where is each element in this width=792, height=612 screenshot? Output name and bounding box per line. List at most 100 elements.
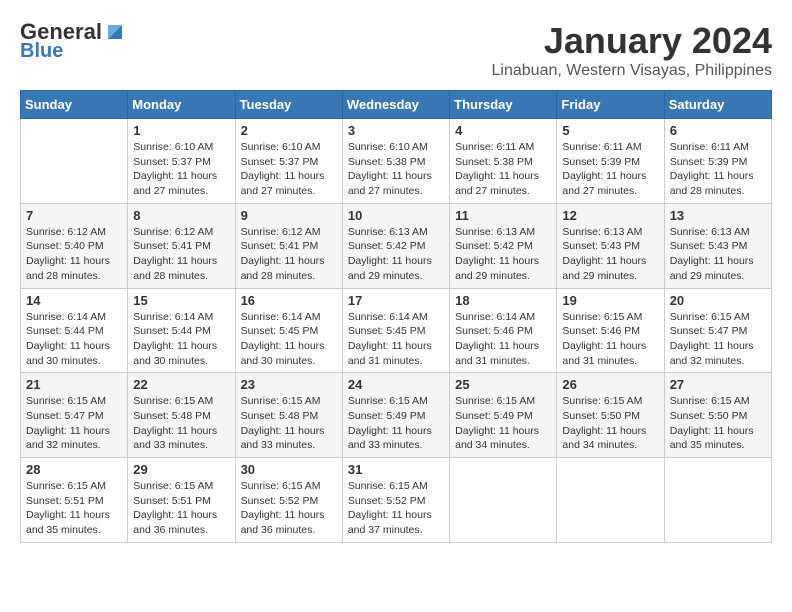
day-number: 5 — [562, 123, 658, 138]
col-saturday: Saturday — [664, 91, 771, 119]
col-wednesday: Wednesday — [342, 91, 449, 119]
calendar-cell: 23 Sunrise: 6:15 AMSunset: 5:48 PMDayligh… — [235, 373, 342, 458]
calendar-cell: 5 Sunrise: 6:11 AMSunset: 5:39 PMDaylight… — [557, 119, 664, 204]
day-number: 8 — [133, 208, 229, 223]
day-number: 21 — [26, 377, 122, 392]
calendar-cell: 14 Sunrise: 6:14 AMSunset: 5:44 PMDayligh… — [21, 288, 128, 373]
day-detail: Sunrise: 6:13 AMSunset: 5:43 PMDaylight:… — [670, 225, 766, 284]
day-number: 20 — [670, 293, 766, 308]
day-detail: Sunrise: 6:15 AMSunset: 5:46 PMDaylight:… — [562, 310, 658, 369]
day-number: 25 — [455, 377, 551, 392]
day-detail: Sunrise: 6:12 AMSunset: 5:40 PMDaylight:… — [26, 225, 122, 284]
calendar-cell: 16Sunrise: 6:14 AMSunset: 5:45 PMDayligh… — [235, 288, 342, 373]
calendar-cell: 19 Sunrise: 6:15 AMSunset: 5:46 PMDayligh… — [557, 288, 664, 373]
day-number: 29 — [133, 462, 229, 477]
calendar-week-4: 21Sunrise: 6:15 AMSunset: 5:47 PMDayligh… — [21, 373, 772, 458]
calendar-cell: 13 Sunrise: 6:13 AMSunset: 5:43 PMDayligh… — [664, 203, 771, 288]
day-number: 22 — [133, 377, 229, 392]
calendar-cell — [557, 458, 664, 543]
calendar-cell: 21Sunrise: 6:15 AMSunset: 5:47 PMDayligh… — [21, 373, 128, 458]
day-number: 31 — [348, 462, 444, 477]
day-detail: Sunrise: 6:15 AMSunset: 5:49 PMDaylight:… — [348, 394, 444, 453]
header-row: Sunday Monday Tuesday Wednesday Thursday… — [21, 91, 772, 119]
calendar-cell: 6 Sunrise: 6:11 AMSunset: 5:39 PMDaylight… — [664, 119, 771, 204]
day-detail: Sunrise: 6:10 AMSunset: 5:37 PMDaylight:… — [133, 140, 229, 199]
day-detail: Sunrise: 6:12 AMSunset: 5:41 PMDaylight:… — [241, 225, 337, 284]
col-sunday: Sunday — [21, 91, 128, 119]
col-monday: Monday — [128, 91, 235, 119]
day-detail: Sunrise: 6:14 AMSunset: 5:45 PMDaylight:… — [241, 310, 337, 369]
calendar-cell: 30 Sunrise: 6:15 AMSunset: 5:52 PMDayligh… — [235, 458, 342, 543]
day-number: 6 — [670, 123, 766, 138]
day-detail: Sunrise: 6:13 AMSunset: 5:42 PMDaylight:… — [455, 225, 551, 284]
day-number: 12 — [562, 208, 658, 223]
day-detail: Sunrise: 6:12 AMSunset: 5:41 PMDaylight:… — [133, 225, 229, 284]
day-number: 19 — [562, 293, 658, 308]
subtitle: Linabuan, Western Visayas, Philippines — [492, 62, 772, 80]
title-area: January 2024 Linabuan, Western Visayas, … — [492, 20, 772, 80]
day-number: 1 — [133, 123, 229, 138]
calendar-cell — [450, 458, 557, 543]
day-number: 3 — [348, 123, 444, 138]
day-detail: Sunrise: 6:14 AMSunset: 5:45 PMDaylight:… — [348, 310, 444, 369]
day-number: 13 — [670, 208, 766, 223]
calendar-cell: 10Sunrise: 6:13 AMSunset: 5:42 PMDayligh… — [342, 203, 449, 288]
day-detail: Sunrise: 6:15 AMSunset: 5:51 PMDaylight:… — [133, 479, 229, 538]
day-number: 11 — [455, 208, 551, 223]
day-detail: Sunrise: 6:11 AMSunset: 5:39 PMDaylight:… — [562, 140, 658, 199]
logo-icon — [104, 21, 126, 43]
calendar-cell: 25 Sunrise: 6:15 AMSunset: 5:49 PMDayligh… — [450, 373, 557, 458]
calendar-cell: 8 Sunrise: 6:12 AMSunset: 5:41 PMDaylight… — [128, 203, 235, 288]
day-detail: Sunrise: 6:15 AMSunset: 5:52 PMDaylight:… — [348, 479, 444, 538]
day-detail: Sunrise: 6:11 AMSunset: 5:39 PMDaylight:… — [670, 140, 766, 199]
main-title: January 2024 — [492, 20, 772, 62]
calendar-cell: 3 Sunrise: 6:10 AMSunset: 5:38 PMDaylight… — [342, 119, 449, 204]
col-tuesday: Tuesday — [235, 91, 342, 119]
day-detail: Sunrise: 6:13 AMSunset: 5:43 PMDaylight:… — [562, 225, 658, 284]
day-number: 26 — [562, 377, 658, 392]
day-detail: Sunrise: 6:14 AMSunset: 5:44 PMDaylight:… — [26, 310, 122, 369]
day-detail: Sunrise: 6:15 AMSunset: 5:51 PMDaylight:… — [26, 479, 122, 538]
calendar-week-3: 14 Sunrise: 6:14 AMSunset: 5:44 PMDayligh… — [21, 288, 772, 373]
calendar-header: Sunday Monday Tuesday Wednesday Thursday… — [21, 91, 772, 119]
day-number: 2 — [241, 123, 337, 138]
day-number: 23 — [241, 377, 337, 392]
day-number: 17 — [348, 293, 444, 308]
day-number: 14 — [26, 293, 122, 308]
day-detail: Sunrise: 6:11 AMSunset: 5:38 PMDaylight:… — [455, 140, 551, 199]
calendar-cell: 22Sunrise: 6:15 AMSunset: 5:48 PMDayligh… — [128, 373, 235, 458]
day-number: 9 — [241, 208, 337, 223]
day-detail: Sunrise: 6:10 AMSunset: 5:37 PMDaylight:… — [241, 140, 337, 199]
day-number: 30 — [241, 462, 337, 477]
calendar-cell — [664, 458, 771, 543]
day-number: 4 — [455, 123, 551, 138]
day-number: 28 — [26, 462, 122, 477]
calendar-cell: 24Sunrise: 6:15 AMSunset: 5:49 PMDayligh… — [342, 373, 449, 458]
day-detail: Sunrise: 6:15 AMSunset: 5:47 PMDaylight:… — [670, 310, 766, 369]
logo: General Blue — [20, 20, 126, 62]
calendar-table: Sunday Monday Tuesday Wednesday Thursday… — [20, 90, 772, 543]
calendar-cell: 31 Sunrise: 6:15 AMSunset: 5:52 PMDayligh… — [342, 458, 449, 543]
calendar-week-2: 7 Sunrise: 6:12 AMSunset: 5:40 PMDaylight… — [21, 203, 772, 288]
calendar-cell: 1 Sunrise: 6:10 AMSunset: 5:37 PMDaylight… — [128, 119, 235, 204]
calendar-cell — [21, 119, 128, 204]
calendar-cell: 18 Sunrise: 6:14 AMSunset: 5:46 PMDayligh… — [450, 288, 557, 373]
calendar-cell: 29 Sunrise: 6:15 AMSunset: 5:51 PMDayligh… — [128, 458, 235, 543]
day-number: 18 — [455, 293, 551, 308]
calendar-cell: 28 Sunrise: 6:15 AMSunset: 5:51 PMDayligh… — [21, 458, 128, 543]
day-detail: Sunrise: 6:15 AMSunset: 5:48 PMDaylight:… — [241, 394, 337, 453]
logo-blue: Blue — [20, 40, 63, 62]
calendar-cell: 12 Sunrise: 6:13 AMSunset: 5:43 PMDayligh… — [557, 203, 664, 288]
day-detail: Sunrise: 6:10 AMSunset: 5:38 PMDaylight:… — [348, 140, 444, 199]
day-detail: Sunrise: 6:15 AMSunset: 5:52 PMDaylight:… — [241, 479, 337, 538]
day-detail: Sunrise: 6:15 AMSunset: 5:49 PMDaylight:… — [455, 394, 551, 453]
calendar-cell: 17 Sunrise: 6:14 AMSunset: 5:45 PMDayligh… — [342, 288, 449, 373]
calendar-body: 1 Sunrise: 6:10 AMSunset: 5:37 PMDaylight… — [21, 119, 772, 543]
calendar-cell: 26Sunrise: 6:15 AMSunset: 5:50 PMDayligh… — [557, 373, 664, 458]
calendar-cell: 20 Sunrise: 6:15 AMSunset: 5:47 PMDayligh… — [664, 288, 771, 373]
day-number: 7 — [26, 208, 122, 223]
calendar-week-5: 28 Sunrise: 6:15 AMSunset: 5:51 PMDayligh… — [21, 458, 772, 543]
day-detail: Sunrise: 6:14 AMSunset: 5:46 PMDaylight:… — [455, 310, 551, 369]
col-friday: Friday — [557, 91, 664, 119]
day-number: 15 — [133, 293, 229, 308]
